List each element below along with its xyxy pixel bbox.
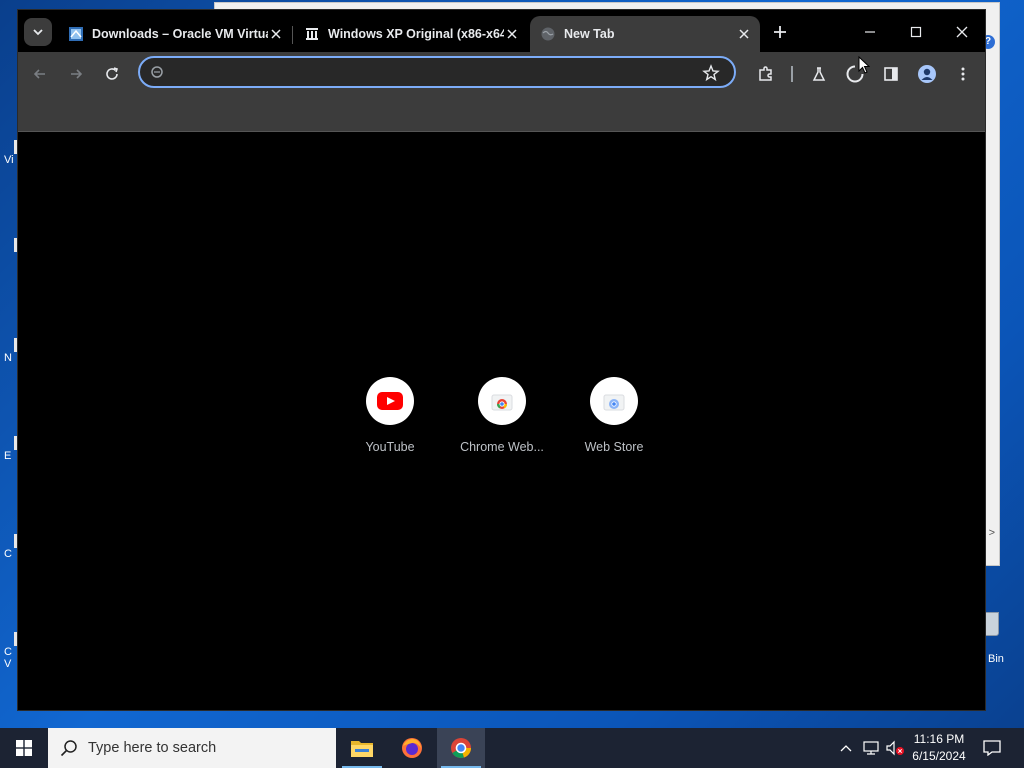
maximize-icon — [910, 26, 922, 38]
taskbar-search-box[interactable]: Type here to search — [48, 728, 336, 768]
more-vert-icon — [961, 67, 965, 81]
desktop-icon-fragment[interactable]: Vi — [4, 140, 18, 166]
chevron-down-icon — [33, 29, 43, 36]
new-tab-button[interactable] — [770, 22, 790, 42]
new-tab-page: YouTube Chrome Web... Web Store — [18, 132, 985, 710]
shortcut-circle — [366, 377, 414, 425]
side-panel-icon — [884, 67, 898, 81]
virtualbox-favicon-icon — [69, 27, 83, 41]
volume-tray-button[interactable] — [884, 728, 906, 768]
start-button[interactable] — [0, 728, 48, 768]
arrow-right-icon — [71, 69, 83, 79]
action-center-button[interactable] — [978, 728, 1006, 768]
shortcut-circle — [478, 377, 526, 425]
clock-date: 6/15/2024 — [912, 749, 966, 763]
tab-title: New Tab — [564, 27, 615, 41]
shortcut-circle — [590, 377, 638, 425]
notification-icon — [983, 740, 1001, 756]
windows-logo-icon — [16, 740, 32, 756]
taskbar-clock[interactable]: 11:16 PM 6/15/2024 — [906, 731, 972, 765]
taskbar-file-explorer[interactable] — [338, 728, 386, 768]
back-button[interactable] — [28, 62, 52, 86]
close-tab-icon[interactable] — [504, 26, 520, 42]
volume-muted-icon — [886, 740, 904, 756]
tab-search-button[interactable] — [24, 18, 52, 46]
network-tray-button[interactable] — [860, 728, 882, 768]
flask-icon — [812, 67, 826, 81]
mouse-cursor-icon — [858, 56, 870, 74]
bookmarks-bar — [18, 96, 985, 132]
shortcut-label: YouTube — [365, 440, 415, 454]
extensions-button[interactable] — [754, 62, 778, 86]
network-icon — [863, 741, 879, 755]
search-placeholder: Type here to search — [88, 740, 217, 756]
side-panel-button[interactable] — [879, 62, 903, 86]
shortcut-label: Web Store — [584, 440, 644, 454]
shortcut-chrome-web-store[interactable]: Chrome Web... — [452, 377, 552, 454]
shortcut-youtube[interactable]: YouTube — [340, 377, 440, 454]
chrome-icon — [451, 738, 471, 758]
tab-new-tab[interactable]: New Tab — [530, 16, 760, 52]
plus-icon — [774, 26, 786, 38]
desktop-icon-fragment[interactable]: E — [4, 436, 18, 462]
browser-toolbar — [18, 52, 985, 96]
taskbar-chrome[interactable] — [437, 728, 485, 768]
tab-windows-xp[interactable]: Windows XP Original (x86-x64 — [294, 16, 528, 52]
close-icon — [956, 26, 968, 38]
minimize-icon — [865, 31, 875, 33]
search-engine-icon — [151, 66, 163, 78]
desktop-icon-fragment[interactable]: C — [4, 534, 18, 560]
minimize-button[interactable] — [858, 20, 882, 44]
reload-button[interactable] — [100, 62, 124, 86]
tab-separator — [292, 26, 293, 44]
firefox-icon — [402, 738, 422, 758]
desktop-icon-fragment[interactable]: CV — [4, 632, 18, 670]
close-tab-icon[interactable] — [736, 26, 752, 42]
taskbar: Type here to search 11:16 PM 6/15/2024 — [0, 728, 1024, 768]
taskbar-firefox[interactable] — [388, 728, 436, 768]
chevron-up-icon — [840, 745, 852, 752]
reload-icon — [106, 67, 119, 80]
file-explorer-icon — [351, 741, 373, 757]
tab-title: Downloads – Oracle VM Virtua — [92, 27, 268, 41]
desktop-icon-fragment[interactable] — [4, 238, 18, 252]
search-icon — [60, 740, 77, 757]
archive-favicon-icon — [306, 28, 318, 40]
chrome-window: Downloads – Oracle VM Virtua Windows XP … — [18, 10, 985, 710]
clock-time: 11:16 PM — [913, 732, 965, 746]
avatar-icon — [918, 65, 936, 83]
tab-title: Windows XP Original (x86-x64 — [328, 27, 504, 41]
address-input[interactable] — [170, 62, 694, 84]
show-hidden-icons-button[interactable] — [836, 728, 856, 768]
labs-button[interactable] — [807, 62, 831, 86]
profile-button[interactable] — [915, 62, 939, 86]
recycle-bin-label: Bin — [988, 653, 1004, 665]
arrow-left-icon — [33, 69, 45, 79]
chrome-web-store-icon — [491, 394, 513, 411]
youtube-icon — [377, 392, 403, 410]
tab-strip: Downloads – Oracle VM Virtua Windows XP … — [18, 10, 985, 52]
close-tab-icon[interactable] — [268, 26, 284, 42]
tab-downloads[interactable]: Downloads – Oracle VM Virtua — [58, 16, 292, 52]
menu-button[interactable] — [951, 62, 975, 86]
maximize-button[interactable] — [904, 20, 928, 44]
forward-button[interactable] — [64, 62, 88, 86]
toolbar-divider — [791, 66, 793, 82]
globe-favicon-icon — [541, 27, 555, 41]
address-bar[interactable] — [138, 56, 736, 88]
web-store-icon — [603, 394, 625, 411]
shortcut-web-store[interactable]: Web Store — [564, 377, 664, 454]
desktop-icon-fragment[interactable]: N — [4, 338, 18, 364]
close-window-button[interactable] — [950, 20, 974, 44]
bookmark-star-icon[interactable] — [702, 64, 720, 82]
chevron-right-icon[interactable]: > — [989, 527, 995, 539]
puzzle-icon — [759, 66, 772, 81]
shortcut-label: Chrome Web... — [460, 440, 544, 454]
